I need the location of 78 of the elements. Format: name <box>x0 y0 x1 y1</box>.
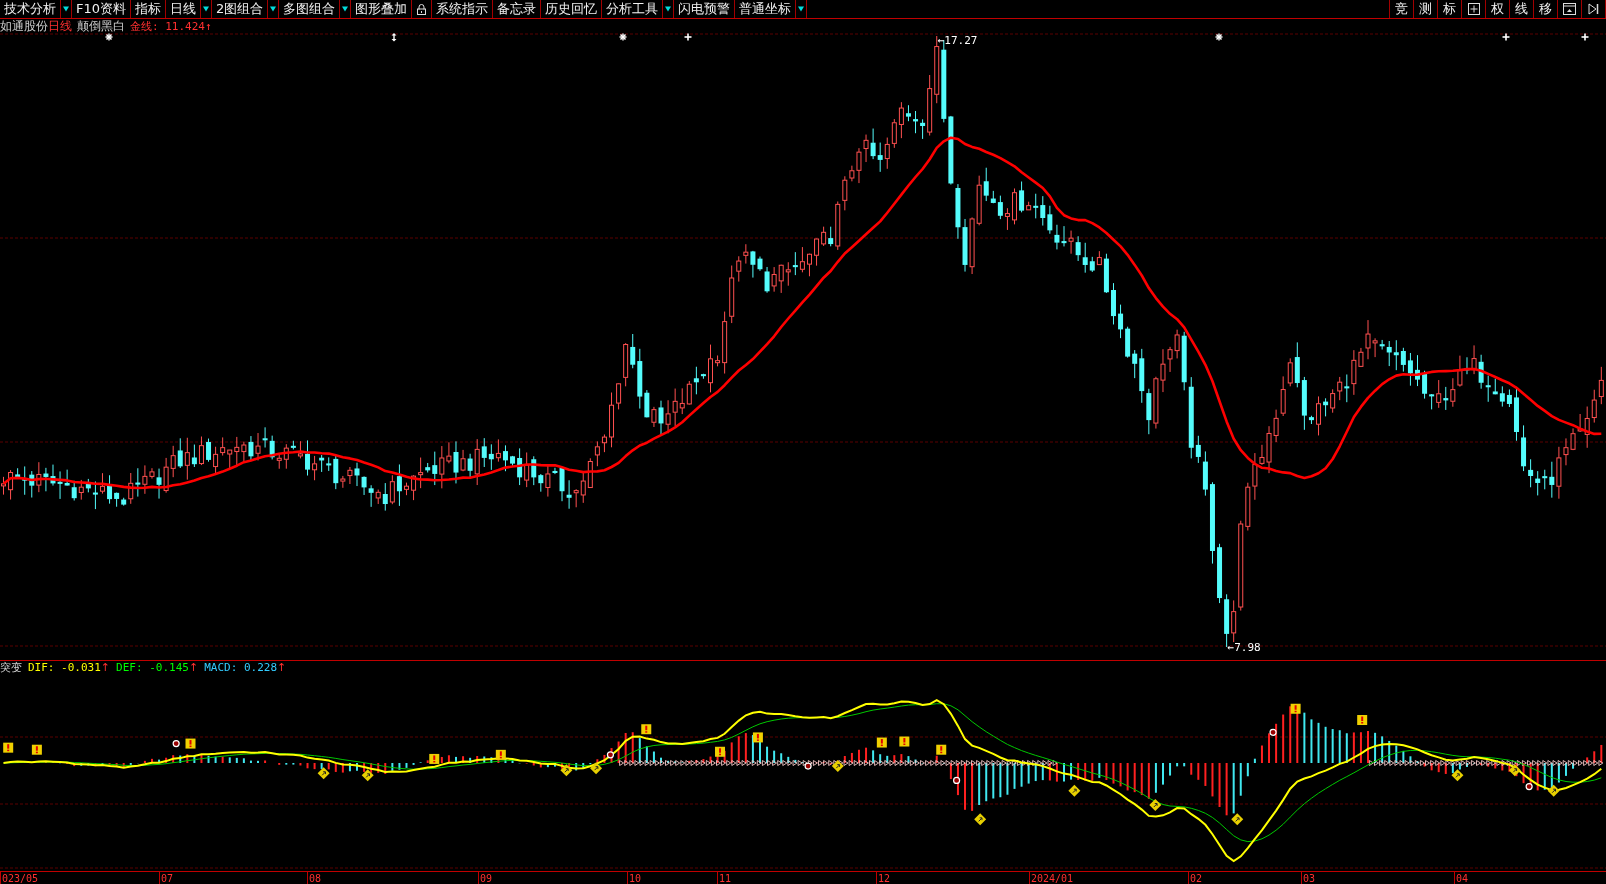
stock-name: 如通股份 <box>0 17 48 35</box>
caret-icon <box>665 6 672 12</box>
asterisk-icon <box>104 33 114 42</box>
trend-arrow: ↑ <box>277 660 287 674</box>
alert-box-icon <box>1357 715 1368 725</box>
alert-box-icon <box>31 744 42 755</box>
alert-box-icon <box>185 738 196 749</box>
alert-box-icon <box>936 744 947 755</box>
circle-marker-icon <box>606 751 614 759</box>
dropdown-button[interactable] <box>268 0 280 18</box>
trend-arrow: ↑ <box>188 660 199 674</box>
alert-box-icon <box>899 736 910 747</box>
caret-icon <box>342 6 349 12</box>
alert-box-icon <box>495 749 506 760</box>
diamond-marker-icon <box>1068 784 1081 797</box>
diamond-marker-icon <box>590 762 603 775</box>
play-end-icon <box>1588 3 1599 15</box>
date-axis-label: 04 <box>1456 873 1469 884</box>
date-axis-label: 08 <box>309 873 322 884</box>
circle-marker-icon <box>172 739 180 748</box>
diamond-marker-icon <box>831 760 844 773</box>
indicator-reading: MACD: 0.228 <box>204 660 277 674</box>
date-axis-label: 10 <box>629 873 642 884</box>
high-price-label: ←17.27 <box>937 34 978 47</box>
date-axis-label: 023/05 <box>2 873 39 884</box>
date-axis-label: 12 <box>878 873 891 884</box>
date-axis-label: 03 <box>1303 873 1316 884</box>
dropdown-button[interactable] <box>61 0 72 18</box>
indicator-title: 突变 <box>0 659 22 675</box>
diamond-marker-icon <box>1451 769 1464 782</box>
date-axis-label: 2024/01 <box>1031 873 1074 884</box>
asterisk-icon <box>1214 33 1224 42</box>
double-arrow-icon <box>391 33 397 42</box>
diamond-marker-icon <box>1149 799 1162 811</box>
dropdown-button[interactable] <box>663 0 675 18</box>
dropdown-button[interactable] <box>340 0 352 18</box>
diamond-marker-icon <box>317 767 330 780</box>
plus-icon <box>1580 33 1590 42</box>
diamond-marker-icon <box>560 764 573 777</box>
plus-icon <box>1501 33 1511 42</box>
alert-box-icon <box>752 732 763 743</box>
caret-icon <box>270 6 277 12</box>
diamond-marker-icon <box>1508 764 1521 777</box>
circle-marker-icon <box>804 762 812 770</box>
caret-icon <box>798 6 805 12</box>
date-axis-label: 07 <box>161 873 174 884</box>
circle-marker-icon <box>953 776 961 785</box>
period-label: 日线 <box>48 17 72 35</box>
alert-box-icon <box>715 746 725 757</box>
indicator-value: 金线: 11.424↑ <box>130 18 212 34</box>
alert-box-icon <box>1290 703 1301 714</box>
grid-icon <box>1467 3 1480 15</box>
circle-marker-icon <box>1269 728 1277 736</box>
indicator-reading: DEF: -0.145 <box>116 660 189 674</box>
dropdown-button[interactable] <box>796 0 808 18</box>
caret-icon <box>203 6 210 12</box>
trend-arrow: ↑ <box>100 660 111 674</box>
alert-box-icon <box>876 737 887 748</box>
date-axis-label: 11 <box>719 873 732 884</box>
dropdown-button[interactable] <box>201 0 213 18</box>
low-price-label: ←7.98 <box>1227 641 1261 654</box>
indicator-name: 颠倒黑白 <box>77 17 125 35</box>
window-icon <box>1563 3 1576 15</box>
diamond-marker-icon <box>974 813 987 826</box>
diamond-marker-icon <box>1547 784 1560 797</box>
lock-icon <box>417 3 427 15</box>
diamond-marker-icon <box>1231 813 1244 826</box>
date-axis-label: 09 <box>480 873 493 884</box>
circle-marker-icon <box>1525 783 1533 791</box>
alert-box-icon <box>429 753 440 764</box>
alert-box-icon <box>641 724 652 735</box>
caret-icon <box>63 6 69 12</box>
date-axis-label: 02 <box>1190 873 1203 884</box>
asterisk-icon <box>618 33 628 42</box>
alert-box-icon <box>3 742 14 753</box>
diamond-marker-icon <box>361 769 374 782</box>
indicator-reading: DIF: -0.031 <box>28 660 101 674</box>
plus-icon <box>683 33 693 42</box>
